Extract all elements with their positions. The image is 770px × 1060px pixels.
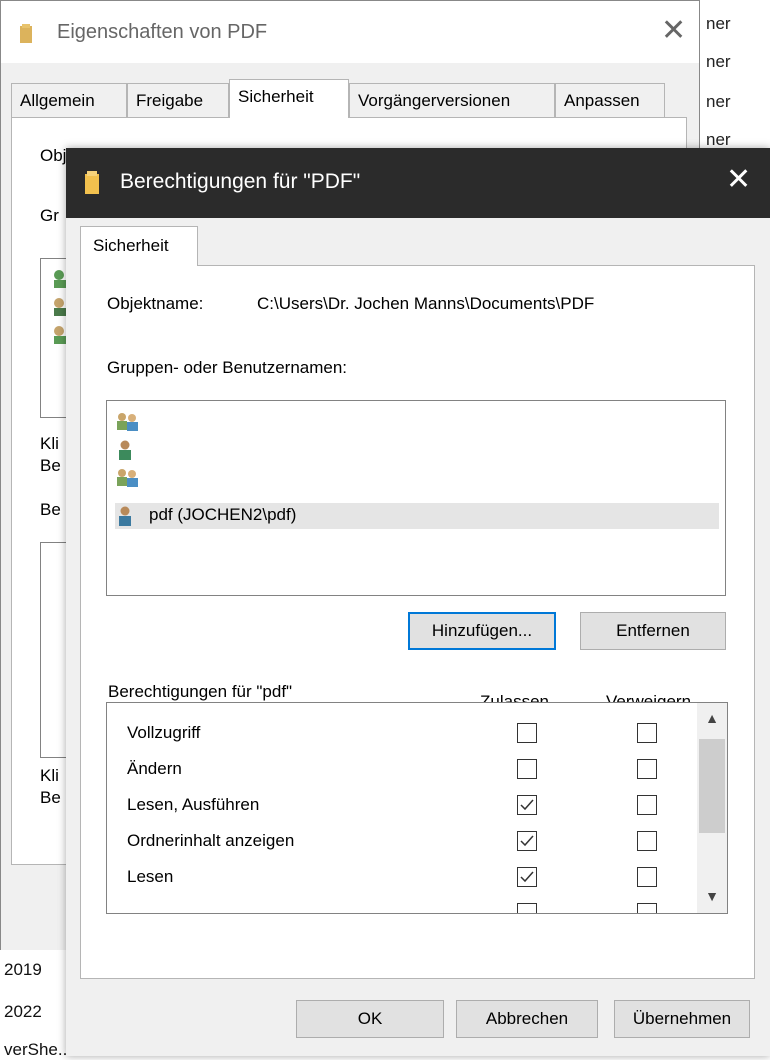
check-icon [520,799,534,811]
permission-row: Ändern [107,751,697,787]
permission-name: Ordnerinhalt anzeigen [127,831,295,850]
deny-checkbox[interactable] [637,759,657,779]
allow-checkbox[interactable] [517,903,537,913]
deny-checkbox[interactable] [637,831,657,851]
scroll-down-icon[interactable]: ▼ [697,881,727,911]
check-icon [520,871,534,883]
permission-row: Lesen, Ausführen [107,787,697,823]
tab-sicherheit[interactable]: Sicherheit [229,79,349,118]
permission-row: Lesen [107,859,697,895]
background-text: ner [706,130,731,149]
deny-checkbox[interactable] [637,795,657,815]
folder-icon [19,23,41,51]
add-button[interactable]: Hinzufügen... [408,612,556,650]
allow-checkbox[interactable] [517,759,537,779]
label-fragment: Be [40,456,61,475]
close-icon[interactable]: ✕ [726,162,751,197]
background-explorer-column: ner ner ner ner [700,0,770,150]
groups-label: Gruppen- oder Benutzernamen: [107,358,348,377]
vertical-scrollbar[interactable]: ▲ ▼ [697,703,727,913]
label-fragment: Be [40,788,61,807]
tab-sicherheit[interactable]: Sicherheit [80,226,198,266]
apply-button[interactable]: Übernehmen [614,1000,750,1038]
allow-checkbox[interactable] [517,867,537,887]
background-text: ner [706,52,731,71]
allow-checkbox[interactable] [517,795,537,815]
label-fragment: Kli [40,434,59,453]
list-item-selected[interactable]: pdf (JOCHEN2\pdf) [115,503,719,529]
tab-allgemein[interactable]: Allgemein [11,83,127,117]
permissions-title: Berechtigungen für "PDF" [120,170,361,193]
check-icon [520,835,534,847]
tab-anpassen[interactable]: Anpassen [555,83,665,117]
allow-checkbox[interactable] [517,723,537,743]
permission-row-partial [107,895,697,913]
user-icon [119,440,131,460]
background-text: ner [706,92,731,111]
folder-icon [84,170,108,202]
background-text: 2019 [4,960,42,979]
allow-checkbox[interactable] [517,831,537,851]
deny-checkbox[interactable] [637,867,657,887]
user-icon [119,506,131,526]
permission-row: Vollzugriff [107,715,697,751]
label-fragment: Be [40,500,61,519]
deny-checkbox[interactable] [637,723,657,743]
deny-checkbox[interactable] [637,903,657,913]
properties-title-bar: Eigenschaften von PDF ✕ [1,1,699,63]
label-fragment: Obj [40,146,67,165]
scroll-up-icon[interactable]: ▲ [697,703,727,733]
background-text: verShe... [4,1040,73,1059]
close-icon[interactable]: ✕ [661,13,686,48]
cancel-button[interactable]: Abbrechen [456,1000,598,1038]
permissions-for-label: Berechtigungen für "pdf" [108,682,293,701]
permission-name: Lesen, Ausführen [127,795,260,814]
background-text: ner [706,14,731,33]
properties-title: Eigenschaften von PDF [57,21,268,43]
permission-name: Lesen [127,867,174,886]
permissions-list[interactable]: Vollzugriff Ändern Lesen, Ausführen Ordn… [106,702,728,914]
users-list[interactable]: pdf (JOCHEN2\pdf) [106,400,726,596]
permission-name: Ändern [127,759,182,778]
scroll-thumb[interactable] [699,739,725,833]
tab-freigabe[interactable]: Freigabe [127,83,229,117]
permission-name: Vollzugriff [127,723,201,742]
label-fragment: Gr [40,206,59,225]
ok-button[interactable]: OK [296,1000,444,1038]
label-fragment: Kli [40,766,59,785]
permissions-dialog: Berechtigungen für "PDF" ✕ Sicherheit Ob… [66,148,770,1056]
permission-row: Ordnerinhalt anzeigen [107,823,697,859]
object-name-value: C:\Users\Dr. Jochen Manns\Documents\PDF [257,294,595,313]
tab-vorgaengerversionen[interactable]: Vorgängerversionen [349,83,555,117]
group-users-icon [117,469,138,487]
background-text: 2022 [4,1002,42,1021]
group-users-icon [117,413,138,431]
object-name-label: Objektname: [107,294,204,313]
user-name: pdf (JOCHEN2\pdf) [149,505,297,524]
permissions-title-bar: Berechtigungen für "PDF" ✕ [66,148,770,218]
remove-button[interactable]: Entfernen [580,612,726,650]
